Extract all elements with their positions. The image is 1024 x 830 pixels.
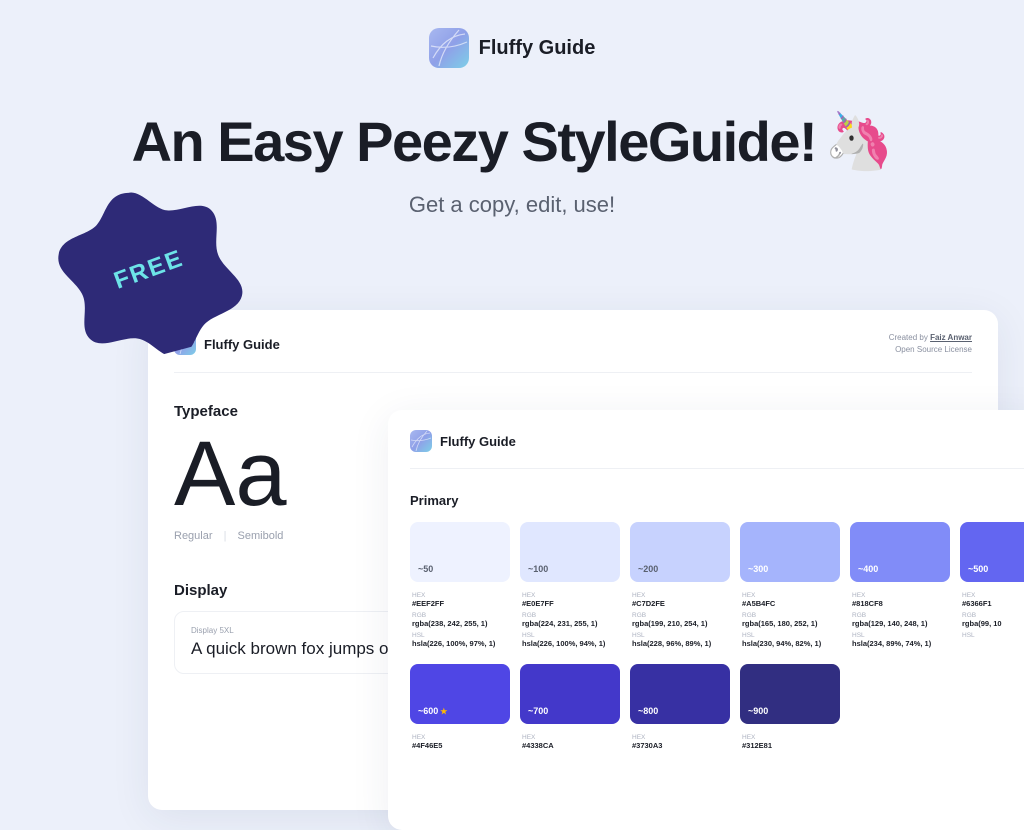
hsl-label: HSL [962, 632, 1024, 639]
swatch-chip: ~900 [740, 664, 840, 724]
rgb-label: RGB [522, 612, 618, 619]
colors-panel: Fluffy Guide Primary ~50 HEX #EEF2FF RGB… [388, 410, 1024, 830]
rgb-value: rgba(165, 180, 252, 1) [742, 619, 838, 628]
hex-label: HEX [742, 734, 838, 741]
rgb-label: RGB [742, 612, 838, 619]
rgb-label: RGB [962, 612, 1024, 619]
panel-meta: Created by Faiz Anwar Open Source Licens… [889, 332, 972, 356]
swatch-row: ~600★ HEX #4F46E5 ~700 HEX #4338CA ~800 … [410, 664, 1024, 750]
swatch-chip: ~400 [850, 522, 950, 582]
hex-value: #C7D2FE [632, 599, 728, 608]
hex-value: #6366F1 [962, 599, 1024, 608]
hex-label: HEX [412, 734, 508, 741]
hsl-label: HSL [852, 632, 948, 639]
color-swatch[interactable]: ~800 HEX #3730A3 [630, 664, 730, 750]
hsl-label: HSL [522, 632, 618, 639]
author-link[interactable]: Faiz Anwar [930, 333, 972, 342]
star-icon: ★ [440, 707, 447, 716]
hero-title-text: An Easy Peezy StyleGuide! [132, 109, 817, 174]
hex-label: HEX [962, 592, 1024, 599]
swatch-chip: ~500 [960, 522, 1024, 582]
hero-title: An Easy Peezy StyleGuide! 🦄 [132, 108, 893, 174]
rgb-label: RGB [412, 612, 508, 619]
hex-value: #312E81 [742, 741, 838, 750]
swatch-chip: ~700 [520, 664, 620, 724]
hex-value: #A5B4FC [742, 599, 838, 608]
primary-title: Primary [410, 493, 1024, 508]
brand-name: Fluffy Guide [479, 37, 596, 60]
created-by-label: Created by [889, 333, 930, 342]
hex-value: #3730A3 [632, 741, 728, 750]
hsl-value: hsla(226, 100%, 97%, 1) [412, 639, 508, 648]
color-swatch[interactable]: ~400 HEX #818CF8 RGB rgba(129, 140, 248,… [850, 522, 950, 648]
hex-value: #E0E7FF [522, 599, 618, 608]
hsl-label: HSL [412, 632, 508, 639]
hex-label: HEX [522, 592, 618, 599]
brand-logo-icon [429, 28, 469, 68]
swatch-chip: ~600★ [410, 664, 510, 724]
panel-header: Fluffy Guide Created by Faiz Anwar Open … [174, 332, 972, 373]
color-swatch[interactable]: ~50 HEX #EEF2FF RGB rgba(238, 242, 255, … [410, 522, 510, 648]
swatch-chip: ~300 [740, 522, 840, 582]
brand-logo-icon [410, 430, 432, 452]
color-swatch[interactable]: ~300 HEX #A5B4FC RGB rgba(165, 180, 252,… [740, 522, 840, 648]
swatch-chip: ~200 [630, 522, 730, 582]
rgb-value: rgba(224, 231, 255, 1) [522, 619, 618, 628]
weight-regular: Regular [174, 530, 213, 542]
hex-label: HEX [632, 734, 728, 741]
rgb-label: RGB [632, 612, 728, 619]
hsl-value: hsla(226, 100%, 94%, 1) [522, 639, 618, 648]
rgb-value: rgba(199, 210, 254, 1) [632, 619, 728, 628]
rgb-label: RGB [852, 612, 948, 619]
hsl-value: hsla(230, 94%, 82%, 1) [742, 639, 838, 648]
panel-header: Fluffy Guide [410, 430, 1024, 469]
color-swatch[interactable]: ~600★ HEX #4F46E5 [410, 664, 510, 750]
swatch-chip: ~50 [410, 522, 510, 582]
swatch-chip: ~800 [630, 664, 730, 724]
rgb-value: rgba(238, 242, 255, 1) [412, 619, 508, 628]
weight-semibold: Semibold [238, 530, 284, 542]
swatch-row: ~50 HEX #EEF2FF RGB rgba(238, 242, 255, … [410, 522, 1024, 648]
hex-label: HEX [522, 734, 618, 741]
hex-value: #EEF2FF [412, 599, 508, 608]
hex-label: HEX [632, 592, 728, 599]
color-swatch[interactable]: ~500 HEX #6366F1 RGB rgba(99, 10 HSL [960, 522, 1024, 648]
color-swatch[interactable]: ~200 HEX #C7D2FE RGB rgba(199, 210, 254,… [630, 522, 730, 648]
unicorn-icon: 🦄 [824, 108, 892, 174]
hex-value: #4F46E5 [412, 741, 508, 750]
hex-label: HEX [852, 592, 948, 599]
weight-separator: | [224, 530, 227, 542]
hex-label: HEX [742, 592, 838, 599]
color-swatch[interactable]: ~900 HEX #312E81 [740, 664, 840, 750]
rgb-value: rgba(129, 140, 248, 1) [852, 619, 948, 628]
hsl-label: HSL [632, 632, 728, 639]
rgb-value: rgba(99, 10 [962, 619, 1024, 628]
color-swatch[interactable]: ~700 HEX #4338CA [520, 664, 620, 750]
panel-brand: Fluffy Guide [440, 434, 516, 449]
hex-value: #818CF8 [852, 599, 948, 608]
license-text: Open Source License [889, 344, 972, 356]
hex-value: #4338CA [522, 741, 618, 750]
hsl-label: HSL [742, 632, 838, 639]
header: Fluffy Guide [0, 0, 1024, 68]
hsl-value: hsla(234, 89%, 74%, 1) [852, 639, 948, 648]
hex-label: HEX [412, 592, 508, 599]
swatch-chip: ~100 [520, 522, 620, 582]
color-swatch[interactable]: ~100 HEX #E0E7FF RGB rgba(224, 231, 255,… [520, 522, 620, 648]
hsl-value: hsla(228, 96%, 89%, 1) [632, 639, 728, 648]
